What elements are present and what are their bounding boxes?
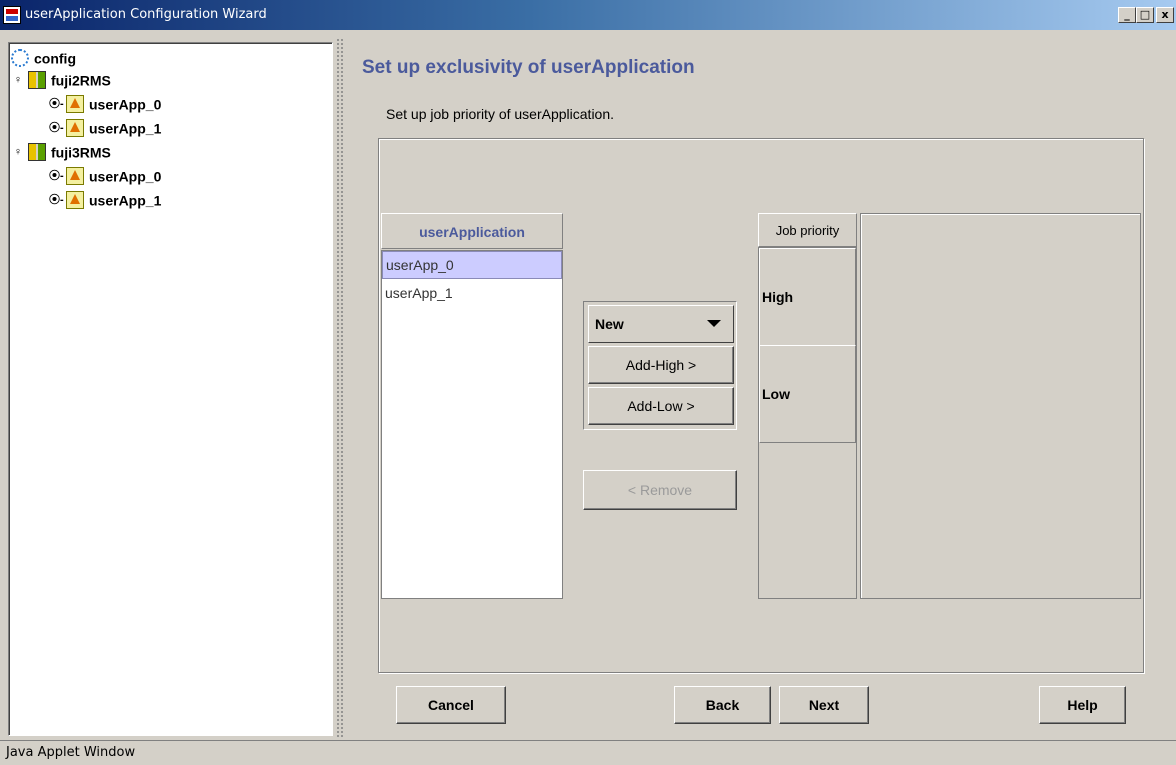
list-item[interactable]: userApp_0	[382, 251, 562, 279]
add-high-button[interactable]: Add-High >	[588, 346, 734, 384]
job-priority-column: High Low	[758, 247, 857, 599]
priority-row-high[interactable]: High	[759, 248, 856, 346]
back-button[interactable]: Back	[674, 686, 771, 724]
tree-node-userapp[interactable]: ⦿- userApp_1	[49, 119, 161, 139]
priority-row-low[interactable]: Low	[759, 345, 856, 443]
cancel-button[interactable]: Cancel	[396, 686, 506, 724]
userapp-icon	[66, 167, 84, 186]
list-item[interactable]: userApp_1	[382, 279, 562, 307]
page-title: Set up exclusivity of userApplication	[362, 57, 695, 78]
priority-label: High	[762, 289, 794, 305]
add-low-button[interactable]: Add-Low >	[588, 387, 734, 425]
userapp-list-header: userApplication	[381, 213, 563, 249]
panel-splitter[interactable]	[336, 38, 344, 738]
title-bar[interactable]: userApplication Configuration Wizard _ □…	[0, 0, 1176, 30]
help-button[interactable]: Help	[1039, 686, 1126, 724]
userapp-icon	[66, 191, 84, 210]
page-description: Set up job priority of userApplication.	[386, 106, 615, 122]
minimize-button[interactable]: _	[1118, 7, 1136, 23]
status-bar: Java Applet Window	[0, 740, 1176, 765]
tree-node-userapp[interactable]: ⦿- userApp_0	[49, 95, 161, 115]
dropdown-value: New	[595, 316, 624, 332]
collapsed-toggle-icon[interactable]: ⦿-	[49, 97, 64, 111]
tree-node-userapp[interactable]: ⦿- userApp_0	[49, 167, 161, 187]
priority-assignment-area[interactable]	[860, 213, 1141, 599]
tree-node-userapp[interactable]: ⦿- userApp_1	[49, 191, 161, 211]
collapsed-toggle-icon[interactable]: ⦿-	[49, 169, 64, 183]
expanded-toggle-icon[interactable]: ♀	[11, 73, 25, 87]
status-text: Java Applet Window	[6, 745, 136, 760]
expanded-toggle-icon[interactable]: ♀	[11, 145, 25, 159]
job-priority-header: Job priority	[758, 213, 857, 247]
java-app-icon	[3, 6, 21, 24]
priority-mode-dropdown[interactable]: New	[588, 305, 734, 343]
host-icon	[28, 143, 46, 162]
chevron-down-icon	[707, 320, 721, 327]
close-button[interactable]: x	[1156, 7, 1174, 23]
userapp-list[interactable]: userApp_0 userApp_1	[381, 250, 563, 599]
host-icon	[28, 71, 46, 90]
tree-node-config[interactable]: config	[11, 49, 76, 69]
remove-button[interactable]: < Remove	[583, 470, 737, 510]
userapp-icon	[66, 95, 84, 114]
next-button[interactable]: Next	[779, 686, 869, 724]
userapp-icon	[66, 119, 84, 138]
config-tree[interactable]: config ♀ fuji2RMS ⦿- userApp_0 ⦿- userApp_1…	[8, 42, 333, 736]
tree-node-host[interactable]: ♀ fuji2RMS	[11, 71, 111, 91]
collapsed-toggle-icon[interactable]: ⦿-	[49, 121, 64, 135]
tree-node-host[interactable]: ♀ fuji3RMS	[11, 143, 111, 163]
priority-label: Low	[762, 386, 790, 402]
collapsed-toggle-icon[interactable]: ⦿-	[49, 193, 64, 207]
window-title: userApplication Configuration Wizard	[25, 7, 267, 22]
maximize-button[interactable]: □	[1136, 7, 1154, 23]
config-icon	[11, 49, 29, 68]
